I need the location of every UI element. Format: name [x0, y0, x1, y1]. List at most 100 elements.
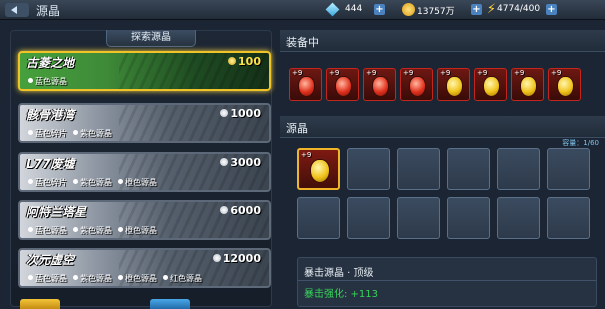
red-crystal-icon [372, 76, 389, 97]
coin-icon [212, 254, 221, 262]
area-cost: 6000 [220, 204, 261, 217]
area-name: 骸骨港湾 [26, 108, 75, 122]
area-cost: 12000 [212, 252, 261, 265]
drop-tag: 紫色源晶 [73, 177, 112, 188]
inventory-cell[interactable] [347, 148, 390, 190]
inventory-cell[interactable] [397, 197, 440, 239]
gold-crystal-icon [483, 76, 500, 97]
drop-tag: 橙色源晶 [118, 177, 157, 188]
equipped-header: 装备中 [280, 30, 605, 52]
coin-icon [228, 57, 237, 65]
area-drop-tags: 蓝色源晶 紫色源晶 橙色源晶 [28, 225, 157, 236]
coin-icon [220, 158, 229, 166]
slot-level: +9 [329, 69, 340, 77]
page-title: 源晶 [36, 4, 61, 18]
slot-level: +9 [292, 69, 303, 77]
gold-crystal-icon [310, 159, 330, 183]
red-crystal-icon [335, 76, 352, 97]
diamond-icon [325, 2, 340, 17]
slot-level: +9 [301, 151, 312, 159]
inventory-cell[interactable] [547, 197, 590, 239]
slot-level: +9 [440, 69, 451, 77]
drop-tag: 橙色源晶 [118, 273, 157, 284]
drop-tag: 蓝色源晶 [28, 76, 67, 87]
inventory-cell[interactable] [497, 197, 540, 239]
bottom-action-button-right[interactable] [150, 299, 190, 309]
inventory-cell[interactable] [547, 148, 590, 190]
area-name: 次元虚空 [26, 253, 75, 267]
slot-level: +9 [514, 69, 525, 77]
add-gems-button[interactable]: + [374, 4, 385, 15]
area-card-void[interactable]: 次元虚空 12000 蓝色源晶 紫色源晶 橙色源晶 红色源晶 [18, 248, 271, 288]
drop-tag: 蓝色碎片 [28, 177, 67, 188]
drop-tag: 蓝色源晶 [28, 273, 67, 284]
add-gold-button[interactable]: + [471, 4, 482, 15]
inventory-grid: +9 [297, 148, 590, 239]
equipped-slot[interactable]: +9 [474, 68, 507, 101]
drop-tag: 紫色源晶 [73, 128, 112, 139]
equipped-title: 装备中 [286, 36, 319, 49]
gold-crystal-icon [557, 76, 574, 97]
equipped-slot[interactable]: +9 [400, 68, 433, 101]
add-energy-button[interactable]: + [546, 4, 557, 15]
slot-level: +9 [366, 69, 377, 77]
item-stat: 暴击强化: +113 [304, 289, 379, 300]
inventory-cell[interactable] [347, 197, 390, 239]
gold-crystal-icon [520, 76, 537, 97]
explore-title: 探索源晶 [106, 30, 196, 47]
area-card-haigu[interactable]: 骸骨港湾 1000 蓝色碎片 紫色源晶 [18, 103, 271, 143]
drop-tag: 红色源晶 [163, 273, 202, 284]
area-name: 古菱之地 [26, 56, 75, 70]
bottom-action-button-left[interactable] [20, 299, 60, 309]
divider [298, 280, 596, 281]
drop-tag: 紫色源晶 [73, 273, 112, 284]
slot-level: +9 [551, 69, 562, 77]
top-bar: 源晶 444 + 13757万 + ⚡ 4774/400 + [0, 0, 605, 20]
equipped-slot[interactable]: +9 [511, 68, 544, 101]
inventory-cell[interactable] [297, 197, 340, 239]
area-card-l77[interactable]: L77废墟 3000 蓝色碎片 紫色源晶 橙色源晶 [18, 152, 271, 192]
gold-coin-icon [402, 3, 415, 16]
inventory-cell-selected[interactable]: +9 [297, 148, 340, 190]
equipped-slot[interactable]: +9 [363, 68, 396, 101]
gold-crystal-icon [446, 76, 463, 97]
back-button[interactable] [5, 3, 29, 17]
area-cost: 100 [228, 55, 261, 68]
area-card-atlanta[interactable]: 阿特兰塔星 6000 蓝色源晶 紫色源晶 橙色源晶 [18, 200, 271, 240]
area-drop-tags: 蓝色碎片 紫色源晶 [28, 128, 112, 139]
gold-count: 13757万 [417, 7, 455, 17]
explore-panel: 探索源晶 古菱之地 100 蓝色源晶 骸骨港湾 1000 蓝色碎片 紫色源晶 L… [10, 30, 272, 307]
equipped-slots: +9 +9 +9 +9 +9 +9 +9 +9 [289, 68, 581, 101]
area-drop-tags: 蓝色源晶 紫色源晶 橙色源晶 红色源晶 [28, 273, 202, 284]
red-crystal-icon [298, 76, 315, 97]
area-cost: 1000 [220, 107, 261, 120]
slot-level: +9 [477, 69, 488, 77]
inventory-cell[interactable] [497, 148, 540, 190]
inventory-cell[interactable] [447, 148, 490, 190]
inventory-capacity: 容量：1/60 [562, 139, 599, 147]
area-drop-tags: 蓝色源晶 [28, 76, 67, 87]
inventory-title: 源晶 [286, 122, 308, 135]
drop-tag: 紫色源晶 [73, 225, 112, 236]
equipped-slot[interactable]: +9 [326, 68, 359, 101]
coin-icon [220, 206, 229, 214]
red-crystal-icon [409, 76, 426, 97]
inventory-cell[interactable] [447, 197, 490, 239]
area-name: L77废墟 [26, 157, 75, 171]
drop-tag: 蓝色源晶 [28, 225, 67, 236]
equipped-slot[interactable]: +9 [289, 68, 322, 101]
area-drop-tags: 蓝色碎片 紫色源晶 橙色源晶 [28, 177, 157, 188]
coin-icon [220, 109, 229, 117]
energy-count: 4774/400 [497, 4, 541, 14]
equipped-slot[interactable]: +9 [437, 68, 470, 101]
item-name: 暴击源晶 · 顶级 [304, 268, 374, 279]
crystal-panel: 装备中 +9 +9 +9 +9 +9 +9 +9 +9 源晶 容量：1/60 +… [280, 26, 605, 307]
equipped-slot[interactable]: +9 [548, 68, 581, 101]
area-name: 阿特兰塔星 [26, 205, 87, 219]
inventory-cell[interactable] [397, 148, 440, 190]
drop-tag: 蓝色碎片 [28, 128, 67, 139]
area-card-guling[interactable]: 古菱之地 100 蓝色源晶 [18, 51, 271, 91]
drop-tag: 橙色源晶 [118, 225, 157, 236]
inventory-header: 源晶 [280, 116, 605, 138]
slot-level: +9 [403, 69, 414, 77]
